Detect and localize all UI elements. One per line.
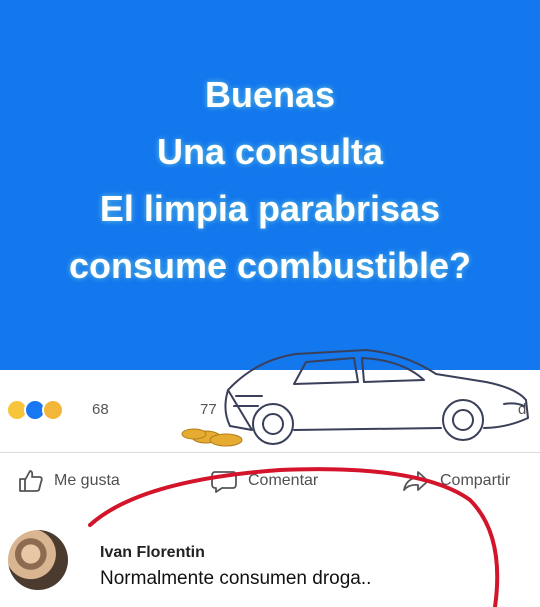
share-button[interactable]: Compartir [402, 458, 510, 504]
car-drawing [181, 349, 529, 447]
post-line-4: consume combustible? [68, 245, 472, 286]
post-line-1: Buenas [204, 74, 336, 115]
action-bar: Me gusta Comentar Compartir [0, 458, 540, 504]
thumbs-up-icon [19, 470, 43, 492]
post-text: Buenas Una consulta El limpia parabrisas… [69, 66, 471, 294]
post-line-3: El limpia parabrisas [99, 188, 441, 229]
comment-icon [211, 471, 237, 493]
like-button[interactable]: Me gusta [18, 458, 120, 504]
share-arrow-icon [403, 471, 429, 491]
post-line-2: Una consulta [156, 131, 384, 172]
share-label: Compartir [440, 472, 511, 489]
comment-text: Normalmente consumen droga.. [100, 568, 372, 589]
reaction-icons[interactable] [6, 397, 64, 423]
reaction-count[interactable]: 68 [92, 401, 109, 418]
like-label: Me gusta [54, 472, 120, 489]
avatar[interactable] [8, 530, 68, 590]
post-card: Buenas Una consulta El limpia parabrisas… [0, 0, 540, 370]
divider [0, 452, 540, 453]
comment: Ivan Florentin Normalmente consumen drog… [0, 520, 540, 607]
wow-icon [42, 399, 64, 421]
comment-button[interactable]: Comentar [210, 458, 318, 504]
comment-author[interactable]: Ivan Florentin [100, 544, 205, 562]
comment-label: Comentar [248, 472, 319, 489]
